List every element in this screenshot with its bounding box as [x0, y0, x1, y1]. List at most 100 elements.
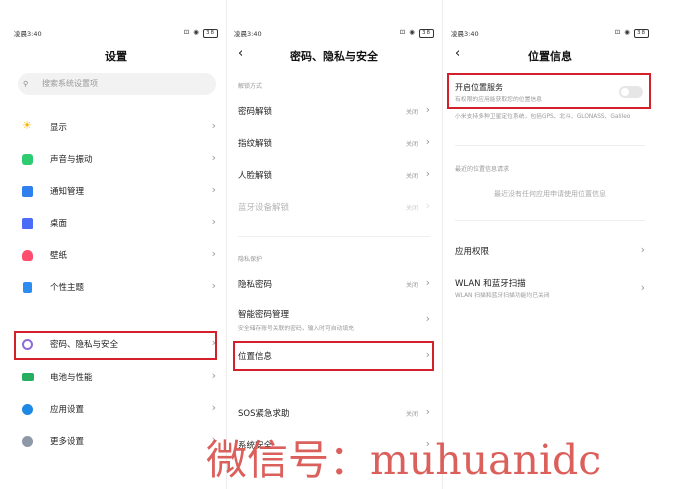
settings-item-label: 显示 [50, 123, 68, 133]
brush-icon [23, 282, 32, 293]
panel-divider [442, 0, 443, 489]
chevron-right-icon: › [211, 151, 216, 164]
status-time: 凌晨3:40 [14, 30, 42, 38]
chevron-right-icon: › [425, 167, 430, 180]
battery-icon: 38 [419, 29, 434, 38]
chevron-right-icon: › [425, 405, 430, 418]
search-icon: ⚲ [23, 80, 29, 88]
chevron-right-icon: › [425, 312, 430, 325]
status-icons: ⊡ ◉ 38 [615, 28, 649, 38]
chevron-right-icon: › [640, 243, 645, 256]
row-value: 关闭 [405, 282, 418, 289]
chevron-right-icon: › [211, 279, 216, 292]
chevron-right-icon: › [211, 119, 216, 132]
sos-row[interactable]: SOS紧急求助 关闭 › [228, 400, 440, 426]
highlight-location-toggle [447, 73, 651, 109]
unlock-face-row[interactable]: 人脸解锁 关闭 › [228, 162, 440, 188]
chevron-right-icon: › [211, 401, 216, 414]
section-divider [455, 220, 645, 221]
app-permission-row[interactable]: 应用权限 › [445, 238, 655, 264]
more-icon [22, 436, 33, 447]
status-bar: 凌晨3:40 ⊡ ◉ 38 [228, 28, 440, 40]
watermark-text: 微信号：muhuanidc [206, 436, 602, 484]
settings-item-apps[interactable]: 应用设置 › [8, 396, 224, 424]
search-placeholder: 搜索系统设置项 [42, 79, 98, 88]
recent-empty-text: 最近没有任何应用申请使用位置信息 [494, 190, 606, 198]
status-bar: 凌晨3:40 ⊡ ◉ 38 [8, 28, 224, 40]
notification-icon [22, 186, 33, 197]
chevron-right-icon: › [425, 199, 430, 212]
settings-item-label: 声音与振动 [50, 155, 93, 165]
row-label: 智能密码管理 [238, 310, 290, 320]
row-label: 密码解锁 [238, 107, 273, 117]
settings-item-label: 个性主题 [50, 283, 85, 293]
row-label: 隐私密码 [238, 280, 273, 290]
battery-icon [22, 373, 34, 381]
page-title: 密码、隐私与安全 [290, 50, 378, 63]
signal-wifi-icon: ⊡ ◉ [183, 28, 200, 36]
smart-password-row[interactable]: 智能密码管理 安全储存账号关联的密码，输入时可自动填充 › [228, 303, 440, 337]
settings-item-label: 更多设置 [50, 437, 85, 447]
settings-item-label: 桌面 [50, 219, 68, 229]
row-label: 指纹解锁 [238, 139, 273, 149]
row-value: 关闭 [405, 109, 418, 116]
sun-icon: ☀ [22, 119, 32, 132]
settings-screen: 凌晨3:40 ⊡ ◉ 38 设置 ⚲ 搜索系统设置项 ☀ 显示 › 声音与振动 … [8, 0, 224, 489]
search-input[interactable]: ⚲ 搜索系统设置项 [18, 73, 216, 95]
row-label: SOS紧急求助 [238, 409, 290, 419]
wlan-bluetooth-scan-row[interactable]: WLAN 和蓝牙扫描 WLAN 扫描和蓝牙扫描功能均已关闭 › [445, 274, 655, 304]
chevron-right-icon: › [425, 103, 430, 116]
battery-icon: 38 [203, 29, 218, 38]
chevron-right-icon: › [640, 281, 645, 294]
signal-wifi-icon: ⊡ ◉ [614, 28, 631, 36]
unlock-password-row[interactable]: 密码解锁 关闭 › [228, 98, 440, 124]
settings-item-themes[interactable]: 个性主题 › [8, 274, 224, 302]
highlight-location-row [233, 341, 434, 371]
chevron-right-icon: › [211, 183, 216, 196]
signal-wifi-icon: ⊡ ◉ [399, 28, 416, 36]
settings-item-label: 电池与性能 [50, 373, 93, 383]
settings-item-label: 应用设置 [50, 405, 85, 415]
row-sublabel: WLAN 扫描和蓝牙扫描功能均已关闭 [455, 293, 550, 299]
section-header-recent: 最近的位置信息请求 [455, 166, 510, 173]
settings-item-label: 通知管理 [50, 187, 85, 197]
settings-item-label: 壁纸 [50, 251, 68, 261]
settings-item-wallpaper[interactable]: 壁纸 › [8, 242, 224, 270]
page-title: 位置信息 [528, 50, 572, 63]
row-label: 人脸解锁 [238, 171, 273, 181]
page-title: 设置 [105, 50, 127, 63]
row-value: 关闭 [405, 173, 418, 180]
settings-item-notifications[interactable]: 通知管理 › [8, 178, 224, 206]
row-sublabel: 安全储存账号关联的密码，输入时可自动填充 [238, 326, 354, 332]
status-time: 凌晨3:40 [234, 30, 262, 38]
section-divider [238, 236, 430, 237]
unlock-fingerprint-row[interactable]: 指纹解锁 关闭 › [228, 130, 440, 156]
security-screen: 凌晨3:40 ⊡ ◉ 38 ‹ 密码、隐私与安全 解锁方式 密码解锁 关闭 › … [228, 0, 440, 489]
status-icons: ⊡ ◉ 38 [400, 28, 434, 38]
gear-icon [22, 404, 33, 415]
row-value: 关闭 [405, 205, 418, 212]
row-value: 关闭 [405, 141, 418, 148]
settings-item-more[interactable]: 更多设置 › [8, 428, 224, 456]
chevron-right-icon: › [211, 215, 216, 228]
chevron-right-icon: › [425, 276, 430, 289]
section-divider [455, 145, 645, 146]
section-header-privacy: 隐私保护 [238, 256, 263, 263]
status-time: 凌晨3:40 [451, 30, 479, 38]
row-value: 关闭 [405, 411, 418, 418]
settings-item-display[interactable]: ☀ 显示 › [8, 114, 224, 142]
highlight-security-item [14, 331, 217, 360]
chevron-right-icon: › [425, 135, 430, 148]
row-label: WLAN 和蓝牙扫描 [455, 279, 526, 289]
row-label: 蓝牙设备解锁 [238, 203, 290, 213]
row-label: 应用权限 [455, 247, 490, 257]
privacy-password-row[interactable]: 隐私密码 关闭 › [228, 271, 440, 297]
settings-item-battery[interactable]: 电池与性能 › [8, 364, 224, 392]
speaker-icon [22, 154, 33, 165]
settings-item-desktop[interactable]: 桌面 › [8, 210, 224, 238]
chevron-right-icon: › [211, 247, 216, 260]
status-bar: 凌晨3:40 ⊡ ◉ 38 [445, 28, 655, 40]
battery-icon: 38 [634, 29, 649, 38]
settings-item-sound[interactable]: 声音与振动 › [8, 146, 224, 174]
home-icon [22, 218, 33, 229]
